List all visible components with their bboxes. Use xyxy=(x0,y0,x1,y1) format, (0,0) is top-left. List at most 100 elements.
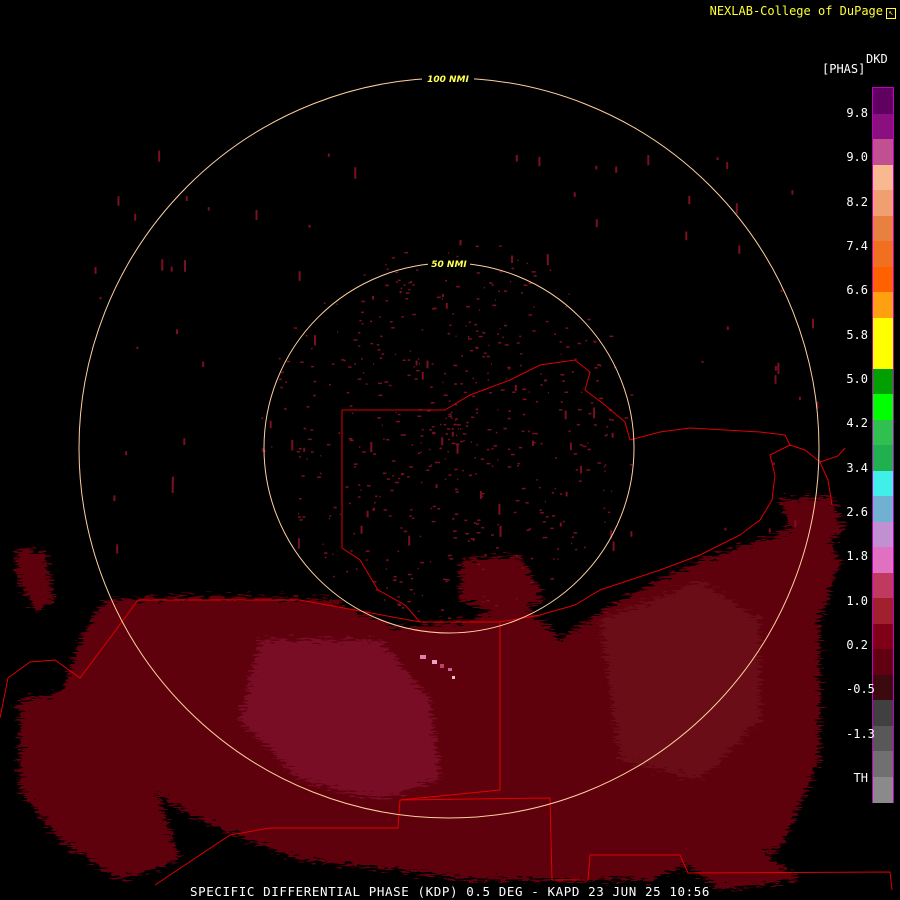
color-scale-tick-label: 4.2 xyxy=(846,416,868,431)
clutter-speck xyxy=(400,527,403,529)
clutter-speck xyxy=(768,528,771,533)
clutter-speck xyxy=(448,415,453,417)
clutter-speck xyxy=(372,507,376,510)
clutter-speck xyxy=(445,433,449,435)
clutter-speck xyxy=(361,300,365,303)
clutter-speck xyxy=(482,568,485,571)
color-scale-segment xyxy=(873,445,893,472)
clutter-speck xyxy=(525,502,529,504)
clutter-speck xyxy=(542,521,546,523)
clutter-speck xyxy=(578,408,582,411)
clutter-speck xyxy=(510,280,512,283)
clutter-speck xyxy=(582,445,587,448)
clutter-speck xyxy=(354,363,357,365)
clutter-speck xyxy=(380,335,383,338)
clutter-speck xyxy=(488,344,490,347)
clutter-speck xyxy=(564,410,567,420)
clutter-speck xyxy=(515,499,520,502)
clutter-speck xyxy=(437,461,440,464)
clutter-speck xyxy=(261,417,264,419)
clutter-speck xyxy=(606,425,609,428)
clutter-speck xyxy=(403,530,408,533)
clutter-speck xyxy=(446,428,451,430)
clutter-speck xyxy=(515,598,518,600)
color-scale-segment xyxy=(873,139,893,166)
precipitation-echoes xyxy=(15,495,845,890)
clutter-speckle xyxy=(94,150,819,619)
clutter-speck xyxy=(372,509,375,511)
clutter-speck xyxy=(410,281,413,284)
clutter-speck xyxy=(411,517,415,520)
clutter-speck xyxy=(453,364,458,367)
range-ring-label-100: 100 NMI xyxy=(427,75,469,85)
clutter-speck xyxy=(547,391,549,394)
clutter-speck xyxy=(361,311,364,314)
clutter-speck xyxy=(532,432,535,435)
clutter-speck xyxy=(430,507,433,510)
clutter-speck xyxy=(394,353,397,356)
clutter-speck xyxy=(308,224,311,228)
clutter-speck xyxy=(794,520,797,527)
clutter-speck xyxy=(486,600,490,602)
clutter-speck xyxy=(432,432,436,435)
clutter-speck xyxy=(320,455,322,457)
clutter-speck xyxy=(322,543,324,545)
clutter-speck xyxy=(554,333,557,335)
clutter-speck xyxy=(354,167,357,179)
clutter-speck xyxy=(392,460,396,462)
clutter-speck xyxy=(455,419,457,422)
clutter-speck xyxy=(514,384,517,391)
clutter-speck xyxy=(158,150,161,162)
clutter-speck xyxy=(431,402,434,404)
clutter-speck xyxy=(452,518,455,520)
clutter-speck xyxy=(474,323,477,326)
clutter-speck xyxy=(508,410,511,412)
clutter-speck xyxy=(303,427,307,430)
clutter-speck xyxy=(497,459,499,461)
clutter-speck xyxy=(467,336,470,338)
clutter-speck xyxy=(381,353,385,355)
clutter-speck xyxy=(357,378,362,380)
clutter-speck xyxy=(536,479,538,481)
clutter-speck xyxy=(543,536,548,539)
clutter-speck xyxy=(255,210,258,220)
clutter-speck xyxy=(507,466,512,468)
clutter-speck xyxy=(575,469,579,471)
clutter-speck xyxy=(417,610,420,613)
clutter-speck xyxy=(507,417,511,420)
color-scale-segment xyxy=(873,394,893,421)
clutter-speck xyxy=(426,360,429,369)
clutter-speck xyxy=(454,513,459,515)
clutter-speck xyxy=(519,335,522,338)
clutter-speck xyxy=(383,438,385,440)
color-scale-segment xyxy=(873,725,893,752)
color-scale-segment xyxy=(873,521,893,548)
clutter-speck xyxy=(468,321,472,324)
clutter-speck xyxy=(495,604,498,607)
clutter-speck xyxy=(476,523,480,525)
clutter-speck xyxy=(726,162,729,169)
clutter-speck xyxy=(396,281,398,283)
clutter-speck xyxy=(415,360,418,366)
clutter-speck xyxy=(412,284,415,286)
clutter-speck xyxy=(546,254,549,266)
clutter-speck xyxy=(339,513,341,516)
clutter-speck xyxy=(486,462,491,465)
color-scale-segment xyxy=(873,317,893,344)
clutter-speck xyxy=(467,540,470,542)
clutter-speck xyxy=(735,203,738,214)
clutter-speck xyxy=(455,491,459,493)
clutter-speck xyxy=(355,568,358,570)
clutter-speck xyxy=(298,448,302,450)
clutter-speck xyxy=(504,290,508,292)
clutter-speck xyxy=(278,357,281,360)
clutter-speck xyxy=(386,587,388,589)
clutter-speck xyxy=(483,286,485,289)
clutter-speck xyxy=(354,466,356,468)
unit-label: [PHAS] xyxy=(822,62,866,76)
clutter-speck xyxy=(590,402,594,404)
clutter-speck xyxy=(533,275,537,277)
clutter-speck xyxy=(305,335,308,337)
clutter-speck xyxy=(349,502,351,505)
clutter-speck xyxy=(441,293,444,297)
